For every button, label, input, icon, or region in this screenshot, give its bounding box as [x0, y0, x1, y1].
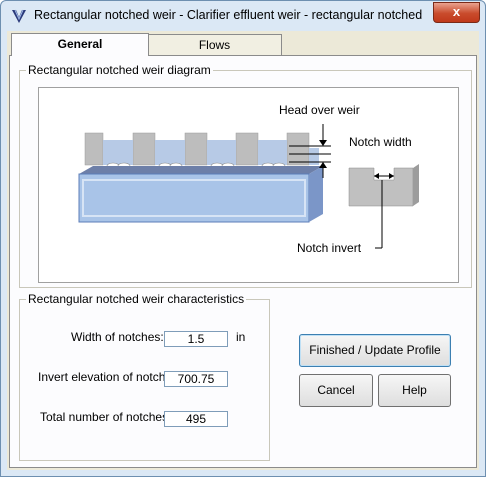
width-unit-label: in [236, 330, 246, 344]
total-notches-input[interactable] [164, 411, 228, 427]
tab-general[interactable]: General [11, 33, 149, 56]
width-of-notches-label: Width of notches: [71, 330, 164, 344]
characteristics-group: Rectangular notched weir characteristics… [19, 292, 270, 461]
dialog-client: General Flows Rectangular notched weir d… [7, 31, 479, 470]
weir-diagram-image: Head over weir Notch width Notch invert [78, 103, 419, 255]
tab-flows[interactable]: Flows [147, 34, 282, 55]
invert-elevation-input[interactable] [164, 371, 228, 387]
finished-update-profile-button[interactable]: Finished / Update Profile [299, 334, 451, 367]
dialog-window: Rectangular notched weir - Clarifier eff… [0, 0, 486, 477]
width-of-notches-input[interactable] [164, 331, 228, 347]
close-icon: x [452, 4, 461, 19]
app-logo-icon [12, 9, 26, 23]
close-button[interactable]: x [433, 2, 480, 23]
general-tab-panel: Rectangular notched weir diagram Head ov… [9, 55, 477, 468]
characteristics-group-label: Rectangular notched weir characteristics [26, 292, 247, 306]
head-over-weir-label: Head over weir [279, 103, 360, 117]
notch-width-label: Notch width [349, 135, 412, 149]
diagram-group: Rectangular notched weir diagram Head ov… [19, 63, 472, 288]
total-notches-label: Total number of notches: [40, 410, 172, 424]
diagram-group-label: Rectangular notched weir diagram [26, 63, 213, 77]
notch-invert-label: Notch invert [297, 241, 362, 255]
invert-elevation-label: Invert elevation of notch: [38, 370, 169, 384]
help-button[interactable]: Help [378, 374, 451, 407]
title-bar[interactable]: Rectangular notched weir - Clarifier eff… [1, 1, 485, 29]
weir-diagram: Head over weir Notch width Notch invert [38, 87, 459, 283]
window-title: Rectangular notched weir - Clarifier eff… [34, 8, 423, 22]
cancel-button[interactable]: Cancel [299, 374, 373, 407]
